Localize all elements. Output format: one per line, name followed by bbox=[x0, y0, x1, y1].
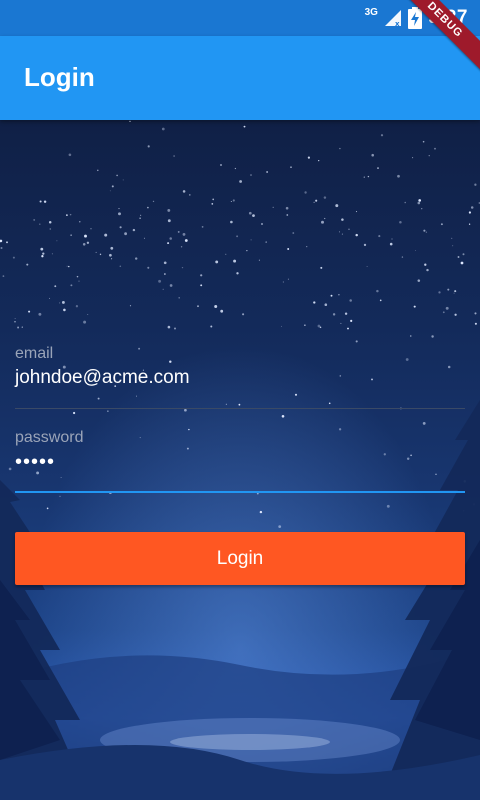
svg-text:x: x bbox=[395, 20, 400, 27]
signal-icon: x bbox=[384, 10, 401, 27]
password-underline-focused bbox=[15, 491, 465, 493]
password-label: password bbox=[15, 429, 84, 446]
status-bar: 3G x 9:27 bbox=[0, 0, 480, 36]
page-title: Login bbox=[24, 62, 95, 92]
network-type-label: 3G bbox=[364, 6, 378, 18]
email-field[interactable]: email johndoe@acme.com bbox=[15, 345, 465, 411]
password-field[interactable]: password ••••• bbox=[15, 429, 465, 495]
email-label: email bbox=[15, 345, 54, 362]
battery-charging-icon bbox=[407, 7, 422, 29]
password-input[interactable]: ••••• bbox=[15, 451, 465, 474]
login-button[interactable]: Login bbox=[15, 532, 465, 585]
app-bar: Login bbox=[0, 36, 480, 120]
email-input[interactable]: johndoe@acme.com bbox=[15, 367, 465, 389]
email-underline bbox=[15, 408, 465, 409]
